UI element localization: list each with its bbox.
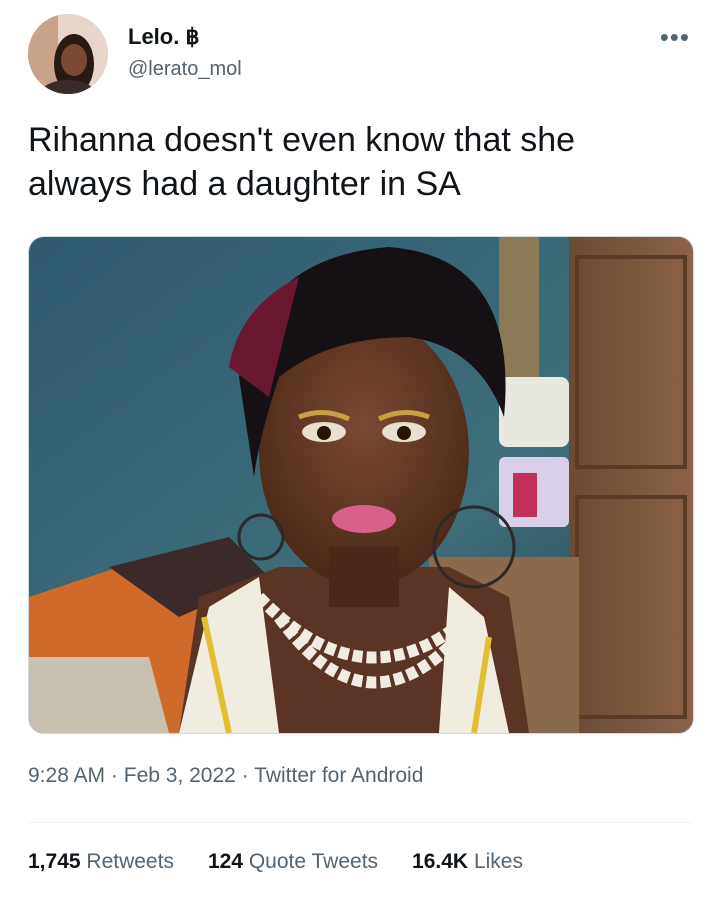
author-handle[interactable]: @lerato_mol <box>128 58 242 81</box>
quote-tweets-count: 124 <box>207 850 243 873</box>
retweets-count: 1,745 <box>28 850 81 873</box>
author-display-name[interactable]: Lelo. ฿ <box>128 24 199 50</box>
tweet-source[interactable]: Twitter for Android <box>254 764 423 787</box>
tweet-photo[interactable] <box>28 236 694 734</box>
tweet-date[interactable]: Feb 3, 2022 <box>124 764 236 787</box>
quote-tweets-stat[interactable]: 124 Quote Tweets <box>208 850 378 874</box>
tweet-time[interactable]: 9:28 AM <box>28 764 105 787</box>
likes-label: Likes <box>473 850 523 873</box>
likes-stat[interactable]: 16.4K Likes <box>412 850 523 874</box>
more-options-icon[interactable]: ••• <box>660 22 690 53</box>
retweets-stat[interactable]: 1,745 Retweets <box>28 850 174 874</box>
likes-count: 16.4K <box>412 850 469 873</box>
photo-image <box>29 237 693 733</box>
quote-tweets-label: Quote Tweets <box>248 850 379 873</box>
avatar[interactable] <box>28 14 108 94</box>
tweet-stats: 1,745 Retweets 124 Quote Tweets 16.4K Li… <box>28 850 523 874</box>
divider <box>28 822 692 823</box>
meta-separator: · <box>110 764 118 787</box>
tweet-meta: 9:28 AM · Feb 3, 2022 · Twitter for Andr… <box>28 764 423 788</box>
meta-separator: · <box>241 764 249 787</box>
retweets-label: Retweets <box>86 850 174 873</box>
avatar-image <box>28 14 108 94</box>
tweet-text: Rihanna doesn't even know that she alway… <box>28 121 576 203</box>
